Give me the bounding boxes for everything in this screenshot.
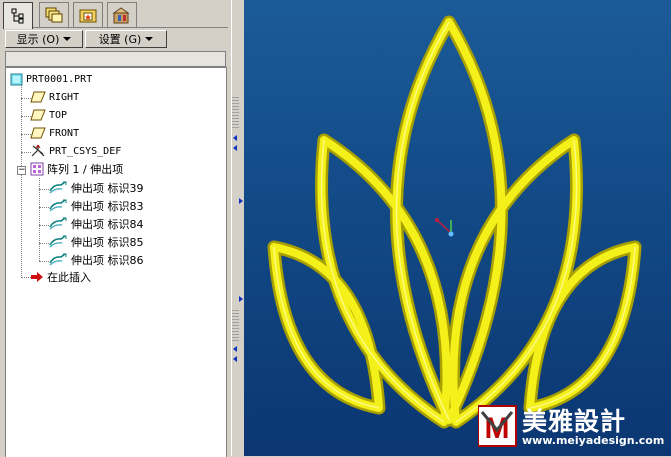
tree-item-label: TOP (49, 109, 68, 121)
part-icon (10, 73, 23, 85)
favorites-icon (112, 7, 130, 24)
settings-menu-button[interactable]: 设置 (G) (85, 30, 167, 48)
tree-toolbar: 显示 (O) 设置 (G) (5, 30, 227, 49)
collapse-icon[interactable]: − (17, 166, 26, 175)
insert-arrow-icon (31, 272, 43, 282)
tree-item-root[interactable]: PRT0001.PRT (10, 71, 92, 87)
tree-item-label: 伸出项 标识83 (71, 200, 144, 213)
splitter-grip[interactable] (232, 97, 239, 130)
tree-item-label: PRT_CSYS_DEF (49, 145, 122, 157)
expand-right-icon[interactable] (239, 296, 243, 302)
extrude-icon (49, 235, 67, 248)
extrude-icon (49, 253, 67, 266)
tree-item-plane[interactable]: RIGHT (30, 89, 79, 105)
watermark: M 美雅設計 www.meiyadesign.com (478, 404, 670, 450)
datum-plane-icon (30, 91, 46, 103)
chevron-down-icon (145, 37, 154, 41)
csys-triad-icon (435, 218, 454, 237)
tab-favorites[interactable] (107, 2, 137, 27)
tree-item-insert-here[interactable]: 在此插入 (30, 269, 91, 285)
tree-item-extrude[interactable]: 伸出项 标识85 (48, 234, 144, 250)
graphics-viewport[interactable] (244, 0, 671, 456)
extrude-icon (49, 199, 67, 212)
settings-menu-label: 设置 (G) (98, 33, 142, 46)
collapse-left-icon[interactable] (233, 145, 237, 151)
splitter-grip[interactable] (232, 310, 239, 343)
collapse-left-icon[interactable] (233, 356, 237, 362)
tree-item-plane[interactable]: FRONT (30, 125, 79, 141)
tree-filter-strip[interactable] (5, 51, 226, 67)
tree-item-label: 伸出项 标识39 (71, 182, 144, 195)
tab-model-tree[interactable] (3, 2, 33, 29)
tree-item-extrude[interactable]: 伸出项 标识86 (48, 252, 144, 268)
folder-browser-icon (79, 9, 97, 23)
coordinate-system-icon (31, 144, 45, 157)
datum-plane-icon (30, 127, 46, 139)
tree-item-extrude[interactable]: 伸出项 标识39 (48, 180, 144, 196)
tree-item-csys[interactable]: PRT_CSYS_DEF (30, 143, 121, 159)
tab-layers[interactable] (39, 2, 69, 27)
extrude-icon (49, 217, 67, 230)
tree-item-extrude[interactable]: 伸出项 标识83 (48, 198, 144, 214)
tree-connector (21, 85, 22, 278)
tab-baseline (3, 27, 228, 28)
tree-item-label: 伸出项 标识85 (71, 236, 144, 249)
chevron-down-icon (63, 37, 72, 41)
tree-item-plane[interactable]: TOP (30, 107, 67, 123)
layers-icon (45, 7, 63, 23)
model-tree-panel: 显示 (O) 设置 (G) PRT0001.PRT RIGHT TOP FRON… (0, 0, 231, 457)
tree-item-label: 阵列 1 / 伸出项 (47, 163, 124, 176)
tree-item-label: PRT0001.PRT (26, 73, 93, 85)
tree-item-label: RIGHT (49, 91, 80, 103)
show-menu-label: 显示 (O) (16, 33, 60, 46)
watermark-url: www.meiyadesign.com (522, 434, 665, 447)
tree-connector (39, 178, 40, 261)
datum-plane-icon (30, 109, 46, 121)
expand-right-icon[interactable] (239, 198, 243, 204)
model-tree-icon (11, 8, 24, 24)
tab-folder-browser[interactable] (73, 2, 103, 27)
collapse-left-icon[interactable] (233, 346, 237, 352)
watermark-brand: 美雅設計 (522, 407, 627, 436)
tree-item-label: 伸出项 标识86 (71, 254, 144, 267)
lotus-model[interactable] (244, 0, 671, 456)
collapse-left-icon[interactable] (233, 135, 237, 141)
extrude-icon (49, 181, 67, 194)
pattern-icon (30, 162, 44, 176)
model-tree: PRT0001.PRT RIGHT TOP FRONT PRT_CSYS_DEF… (5, 67, 227, 457)
tree-item-label: FRONT (49, 127, 80, 139)
navigator-tabs (3, 2, 228, 29)
show-menu-button[interactable]: 显示 (O) (5, 30, 83, 48)
tree-item-pattern[interactable]: 阵列 1 / 伸出项 (30, 161, 123, 177)
tree-item-label: 在此插入 (47, 271, 91, 284)
tree-item-extrude[interactable]: 伸出项 标识84 (48, 216, 144, 232)
brand-logo-icon: M (478, 405, 517, 447)
tree-item-label: 伸出项 标识84 (71, 218, 144, 231)
panel-splitter[interactable] (231, 0, 245, 456)
